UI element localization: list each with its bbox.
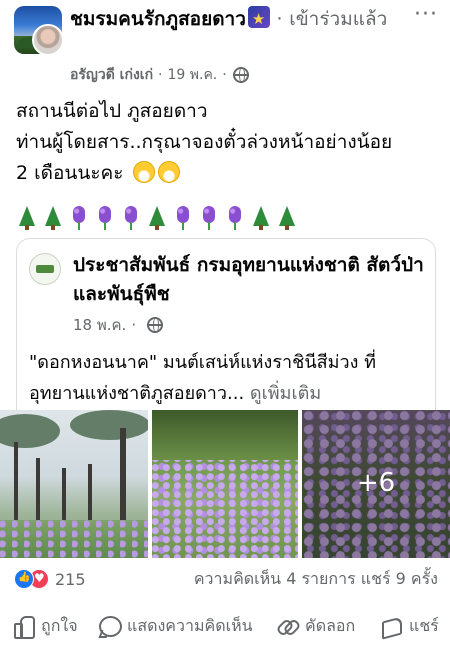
post-text-line: สถานนีต่อไป ภูสอยดาว	[16, 100, 208, 122]
tree-canopy	[0, 414, 60, 448]
shared-post-card[interactable]: ประชาสัมพันธ์ กรมอุทยานแห่งชาติ สัตว์ป่า…	[16, 238, 436, 428]
action-bar: ถูกใจ แสดงความคิดเห็น คัดลอก แชร์	[0, 606, 450, 646]
hyacinth-flower-icon	[96, 206, 114, 230]
page-avatar[interactable]	[29, 253, 61, 285]
grinning-emoji-icon	[157, 161, 180, 183]
copy-link-button[interactable]: คัดลอก	[276, 614, 355, 639]
separator-dot: ·	[222, 67, 227, 83]
link-icon	[276, 615, 298, 637]
author-avatar[interactable]	[32, 24, 64, 56]
hyacinth-flower-icon	[200, 206, 218, 230]
shared-page-name[interactable]: ประชาสัมพันธ์ กรมอุทยานแห่งชาติ สัตว์ป่า…	[73, 251, 425, 309]
share-button[interactable]: แชร์	[380, 614, 439, 639]
separator-dot: ·	[158, 67, 163, 83]
post-text-line-content: 2 เดือนนะคะ	[16, 162, 124, 184]
like-label: ถูกใจ	[41, 615, 78, 635]
comment-button[interactable]: แสดงความคิดเห็น	[98, 614, 253, 639]
star-badge-icon	[247, 5, 270, 33]
thumbs-up-icon	[12, 615, 35, 639]
group-name-line: ชมรมคนรักภูสอยดาว · เข้าร่วมแล้ว	[70, 5, 400, 33]
like-button[interactable]: ถูกใจ	[12, 614, 78, 639]
post-date[interactable]: 19 พ.ค.	[168, 64, 218, 86]
shared-post-meta: 18 พ.ค. ·	[73, 313, 164, 337]
more-photos-count[interactable]: +6	[302, 466, 450, 500]
grinning-sweat-emoji-icon	[132, 161, 155, 183]
globe-icon	[147, 317, 164, 333]
post-text: สถานนีต่อไป ภูสอยดาว ท่านผู้โดยสาร..กรุณ…	[16, 96, 446, 189]
group-name[interactable]: ชมรมคนรักภูสอยดาว	[70, 8, 246, 30]
reaction-count[interactable]: 215	[55, 570, 86, 589]
reactions-bar: 215 ความคิดเห็น 4 รายการ แชร์ 9 ครั้ง	[14, 566, 438, 592]
globe-icon	[232, 67, 249, 83]
post-text-line: 2 เดือนนะคะ	[16, 158, 446, 189]
comment-label: แสดงความคิดเห็น	[127, 615, 253, 635]
evergreen-tree-icon	[278, 206, 296, 230]
hyacinth-flower-icon	[174, 206, 192, 230]
photo-purple-flower-field[interactable]	[152, 410, 298, 558]
joined-label[interactable]: เข้าร่วมแล้ว	[289, 8, 387, 30]
hyacinth-flower-icon	[70, 206, 88, 230]
post-meta: อรัญวดี เก่งเก่ · 19 พ.ค. ·	[70, 64, 249, 86]
shared-post-date[interactable]: 18 พ.ค.	[73, 313, 126, 337]
evergreen-tree-icon	[148, 206, 166, 230]
comment-icon	[98, 615, 122, 637]
separator-dot: ·	[131, 316, 137, 334]
post-text-line: ท่านผู้โดยสาร..กรุณาจองตั๋วล่วงหน้าอย่าง…	[16, 131, 393, 153]
share-icon	[380, 615, 402, 637]
shared-text-content: "ดอกหงอนนาค" มนต์เสน่ห์แห่งราชินีสีม่วง …	[29, 352, 376, 404]
hyacinth-flower-icon	[226, 206, 244, 230]
shared-post-text: "ดอกหงอนนาค" มนต์เสน่ห์แห่งราชินีสีม่วง …	[29, 347, 429, 409]
photo-purple-flowers-closeup[interactable]: +6	[302, 410, 450, 558]
post-header: ชมรมคนรักภูสอยดาว · เข้าร่วมแล้ว ··· อรั…	[0, 0, 450, 90]
evergreen-tree-icon	[252, 206, 270, 230]
more-options-icon[interactable]: ···	[414, 4, 438, 34]
emoji-row	[18, 206, 296, 230]
copy-label: คัดลอก	[305, 615, 356, 635]
comments-shares-summary[interactable]: ความคิดเห็น 4 รายการ แชร์ 9 ครั้ง	[194, 567, 438, 592]
author-name[interactable]: อรัญวดี เก่งเก่	[70, 64, 153, 86]
see-more-link[interactable]: ดูเพิ่มเติม	[250, 383, 321, 404]
flower-field	[0, 520, 148, 558]
evergreen-tree-icon	[18, 206, 36, 230]
evergreen-tree-icon	[44, 206, 62, 230]
photo-grid: +6	[0, 410, 450, 558]
share-label: แชร์	[409, 615, 439, 635]
hyacinth-flower-icon	[122, 206, 140, 230]
forest-background	[152, 410, 298, 460]
tree-canopy	[70, 410, 148, 440]
photo-foggy-pine-forest[interactable]	[0, 410, 148, 558]
like-reaction-icon[interactable]	[14, 569, 34, 589]
separator-dot: ·	[276, 8, 283, 30]
